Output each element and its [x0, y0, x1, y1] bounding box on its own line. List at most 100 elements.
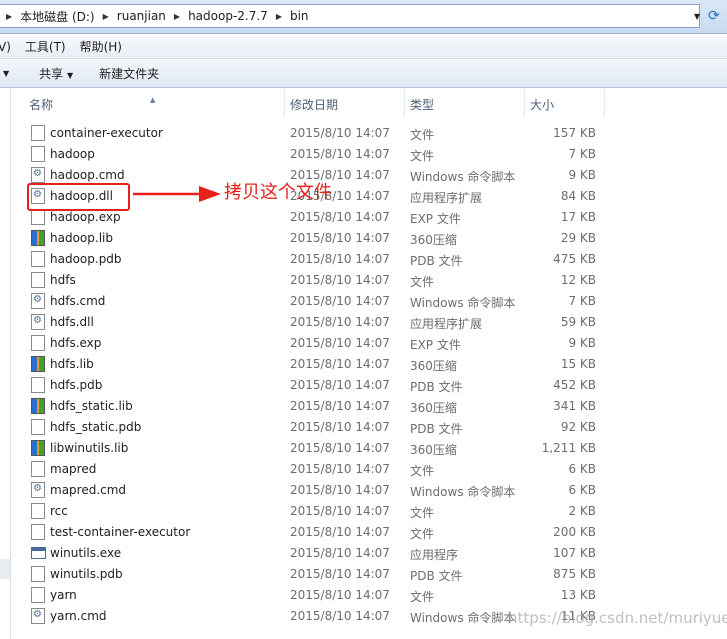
- file-type: 360压缩: [410, 359, 457, 373]
- refresh-icon[interactable]: ⟳: [708, 8, 720, 24]
- file-type: 文件: [410, 275, 435, 289]
- breadcrumb-ruanjian[interactable]: ruanjian: [117, 9, 166, 23]
- file-size: 9 KB: [568, 336, 596, 350]
- file-name: libwinutils.lib: [50, 441, 129, 455]
- file-file-icon: [31, 335, 45, 351]
- chevron-right-icon: ▶: [173, 11, 181, 21]
- history-dropdown-icon[interactable]: ▼: [694, 12, 700, 21]
- file-row[interactable]: hdfs 2015/8/10 14:07 文件 12 KB: [22, 270, 727, 291]
- column-size[interactable]: 大小: [530, 96, 554, 113]
- file-name: hdfs.lib: [50, 357, 94, 371]
- file-name: hdfs_static.lib: [50, 399, 133, 413]
- watermark: https://blog.csdn.net/muriyue6: [508, 609, 727, 627]
- file-size: 92 KB: [560, 420, 596, 434]
- file-row[interactable]: mapred.cmd 2015/8/10 14:07 Windows 命令脚本 …: [22, 480, 727, 501]
- file-date: 2015/8/10 14:07: [290, 588, 390, 602]
- file-size: 452 KB: [553, 378, 596, 392]
- file-size: 59 KB: [560, 315, 596, 329]
- file-row[interactable]: hdfs.cmd 2015/8/10 14:07 Windows 命令脚本 7 …: [22, 291, 727, 312]
- new-folder-button[interactable]: 新建文件夹: [99, 65, 159, 82]
- file-date: 2015/8/10 14:07: [290, 147, 390, 161]
- file-size: 200 KB: [553, 525, 596, 539]
- file-type: 文件: [410, 149, 435, 163]
- file-date: 2015/8/10 14:07: [290, 483, 390, 497]
- file-name: yarn.cmd: [50, 609, 107, 623]
- file-type: PDB 文件: [410, 569, 463, 583]
- column-divider[interactable]: [284, 89, 285, 117]
- file-size: 107 KB: [553, 546, 596, 560]
- menu-help[interactable]: 帮助(H): [80, 38, 122, 55]
- file-row[interactable]: winutils.exe 2015/8/10 14:07 应用程序 107 KB: [22, 543, 727, 564]
- chevron-right-icon: ▶: [275, 11, 282, 21]
- file-type: PDB 文件: [410, 254, 463, 268]
- file-row[interactable]: winutils.pdb 2015/8/10 14:07 PDB 文件 875 …: [22, 564, 727, 585]
- file-row[interactable]: hdfs_static.lib 2015/8/10 14:07 360压缩 34…: [22, 396, 727, 417]
- column-divider[interactable]: [404, 89, 405, 117]
- dropdown-icon[interactable]: ▼: [3, 69, 9, 78]
- file-name: hadoop: [50, 147, 95, 161]
- menu-tools[interactable]: 工具(T): [25, 38, 66, 55]
- file-type: PDB 文件: [410, 422, 463, 436]
- menu-view[interactable]: V): [0, 40, 11, 54]
- address-bar[interactable]: ▶ 本地磁盘 (D:) ▶ ruanjian ▶ hadoop-2.7.7 ▶ …: [0, 4, 700, 28]
- file-row[interactable]: hadoop.pdb 2015/8/10 14:07 PDB 文件 475 KB: [22, 249, 727, 270]
- file-name: hadoop.lib: [50, 231, 113, 245]
- file-row[interactable]: hdfs.dll 2015/8/10 14:07 应用程序扩展 59 KB: [22, 312, 727, 333]
- file-name: hadoop.cmd: [50, 168, 125, 182]
- file-row[interactable]: libwinutils.lib 2015/8/10 14:07 360压缩 1,…: [22, 438, 727, 459]
- breadcrumb-drive[interactable]: 本地磁盘 (D:): [20, 8, 94, 25]
- file-name: winutils.exe: [50, 546, 122, 560]
- cmd-file-icon: [31, 167, 45, 183]
- column-date[interactable]: 修改日期: [290, 96, 338, 113]
- navigation-pane[interactable]: [0, 89, 11, 639]
- breadcrumb-bin[interactable]: bin: [290, 9, 309, 23]
- column-name[interactable]: 名称: [29, 96, 53, 113]
- file-row[interactable]: rcc 2015/8/10 14:07 文件 2 KB: [22, 501, 727, 522]
- file-date: 2015/8/10 14:07: [290, 315, 390, 329]
- file-type: Windows 命令脚本: [410, 611, 516, 625]
- file-name: mapred: [50, 462, 97, 476]
- file-row[interactable]: hdfs.pdb 2015/8/10 14:07 PDB 文件 452 KB: [22, 375, 727, 396]
- file-row[interactable]: hadoop.lib 2015/8/10 14:07 360压缩 29 KB: [22, 228, 727, 249]
- file-date: 2015/8/10 14:07: [290, 399, 390, 413]
- file-row[interactable]: container-executor 2015/8/10 14:07 文件 15…: [22, 123, 727, 144]
- file-row[interactable]: test-container-executor 2015/8/10 14:07 …: [22, 522, 727, 543]
- file-row[interactable]: hdfs.lib 2015/8/10 14:07 360压缩 15 KB: [22, 354, 727, 375]
- file-file-icon: [31, 524, 45, 540]
- file-type: 360压缩: [410, 233, 457, 247]
- file-date: 2015/8/10 14:07: [290, 567, 390, 581]
- share-button[interactable]: 共享 ▼: [39, 65, 73, 82]
- file-type: EXP 文件: [410, 338, 461, 352]
- file-size: 7 KB: [568, 147, 596, 161]
- file-row[interactable]: mapred 2015/8/10 14:07 文件 6 KB: [22, 459, 727, 480]
- file-size: 157 KB: [553, 126, 596, 140]
- file-size: 9 KB: [568, 168, 596, 182]
- file-type: 应用程序扩展: [410, 317, 483, 331]
- column-divider[interactable]: [604, 89, 605, 117]
- file-row[interactable]: hadoop 2015/8/10 14:07 文件 7 KB: [22, 144, 727, 165]
- file-type: 文件: [410, 527, 435, 541]
- file-name: rcc: [50, 504, 68, 518]
- file-file-icon: [31, 209, 45, 225]
- scrollbar[interactable]: [0, 559, 10, 579]
- address-bar-area: ▶ 本地磁盘 (D:) ▶ ruanjian ▶ hadoop-2.7.7 ▶ …: [0, 0, 727, 34]
- chevron-right-icon: ▶: [6, 11, 13, 21]
- annotation-text: 拷贝这个文件: [224, 182, 332, 203]
- file-file-icon: [31, 503, 45, 519]
- file-name: hdfs.pdb: [50, 378, 103, 392]
- breadcrumb-hadoop[interactable]: hadoop-2.7.7: [188, 9, 268, 23]
- file-size: 17 KB: [560, 210, 596, 224]
- file-type: 文件: [410, 506, 435, 520]
- file-size: 341 KB: [553, 399, 596, 413]
- file-file-icon: [31, 377, 45, 393]
- column-divider[interactable]: [524, 89, 525, 117]
- file-name: hdfs.exp: [50, 336, 102, 350]
- file-row[interactable]: hdfs_static.pdb 2015/8/10 14:07 PDB 文件 9…: [22, 417, 727, 438]
- file-row[interactable]: yarn 2015/8/10 14:07 文件 13 KB: [22, 585, 727, 606]
- column-type[interactable]: 类型: [410, 96, 434, 113]
- file-row[interactable]: hdfs.exp 2015/8/10 14:07 EXP 文件 9 KB: [22, 333, 727, 354]
- menu-bar: V) 工具(T) 帮助(H): [0, 35, 727, 59]
- file-date: 2015/8/10 14:07: [290, 525, 390, 539]
- column-header: ▲ 名称 修改日期 类型 大小: [22, 89, 727, 117]
- file-type: PDB 文件: [410, 380, 463, 394]
